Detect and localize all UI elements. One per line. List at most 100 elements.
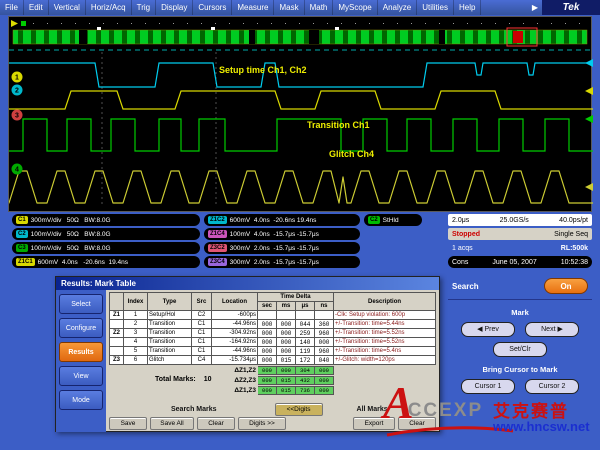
dialog-title-bar[interactable]: Results: Mark Table [56,277,439,290]
save-button[interactable]: Save [109,417,147,430]
table-row[interactable]: 4 Transition C1 -164.92ns 000 000 140 00… [110,338,436,347]
timebase-readout[interactable]: 2.0μs 25.0GS/s 40.0ps/pt [448,214,592,226]
trace-ch4 [9,171,593,203]
panel-divider [448,299,592,300]
acq-count-text: 1 acqs [452,245,473,252]
readout-ch3[interactable]: C3 100mV/div 50Ω BW:8.0G [12,242,200,254]
ref-marker-ch4 [585,183,593,191]
ch1-settings: 300mV/div 50Ω BW:8.0G [31,217,111,224]
ch2-settings: 100mV/div 50Ω BW:8.0G [31,231,111,238]
svg-text:2: 2 [15,88,19,95]
timebase-scale: 2.0μs [452,217,469,224]
annotation-transition: Transition Ch1 [307,120,370,130]
sample-resolution: 40.0ps/pt [559,217,588,224]
waveform-svg: Setup time Ch1, Ch2 Transition Ch1 Glitc… [9,17,593,211]
menu-file[interactable]: File [0,0,24,15]
menu-trig[interactable]: Trig [132,0,156,15]
overview-strip[interactable] [13,30,587,44]
zoom-highlight-fill [513,31,523,43]
ref-marker-ch3 [585,115,593,123]
menu-help[interactable]: Help [454,0,481,15]
acquisition-count: 1 acqs RL:500k [448,242,592,254]
zone-delta-row: ΔZ2,Z3 000 015 432 000 [226,375,334,385]
watermark: A CCEXP 艾克赛普 www.hncsw.net [383,383,598,448]
search-label: Search [452,282,479,291]
menu-display[interactable]: Display [156,0,193,15]
table-row[interactable]: 5 Transition C1 -44.96ns 000 000 119 960… [110,347,436,356]
z1c1-settings: 600mV 4.0ns -20.6ns 19.4ns [38,259,128,266]
tab-configure[interactable]: Configure [59,318,103,338]
prev-mark-button[interactable]: ◀ Prev [461,322,515,337]
z1c2-badge: Z1C2 [208,216,227,224]
menu-utilities[interactable]: Utilities [417,0,454,15]
datetime-readout: Cons June 05, 2007 10:52:38 [448,256,592,268]
readout-ch1[interactable]: C1 300mV/div 50Ω BW:8.0G [12,214,200,226]
search-marks-label: Search Marks [171,406,217,413]
zone-delta-row: ΔZ1,Z2 000 000 304 000 [226,365,334,375]
readout-z3c4[interactable]: Z3C4 300mV 2.0ns -15.7μs -15.7μs [204,256,360,268]
digits-out-button[interactable]: Digits >> [238,417,286,430]
readout-ch2[interactable]: C2 100mV/div 50Ω BW:8.0G [12,228,200,240]
acq-status-text: Stopped [452,231,480,238]
svg-text:4: 4 [15,167,19,174]
z1c4-settings: 100mV 4.0ns -15.7μs -15.7μs [230,231,319,238]
datetime-label: Cons [452,259,468,266]
digits-in-button[interactable]: <<Digits [275,403,323,416]
readout-z1c2[interactable]: Z1C2 600mV 4.0ns -20.6ns 19.4ns [204,214,360,226]
waveform-display: Setup time Ch1, Ch2 Transition Ch1 Glitc… [8,16,592,212]
readout-z1c4[interactable]: Z1C4 100mV 4.0ns -15.7μs -15.7μs [204,228,360,240]
trigger-readout[interactable]: C2 StHld [364,214,422,226]
table-row[interactable]: Z2 3 Transition C1 -304.92ns 000 000 259… [110,329,436,338]
zone-delta-row: ΔZ1,Z3 000 015 736 000 [226,385,334,395]
time-text: 10:52:38 [561,259,588,266]
table-row[interactable]: Z3 6 Glitch C4 -15.734μs 000 015 172 040… [110,356,436,365]
trigger-mode: StHld [383,217,399,224]
zone-deltas: ΔZ1,Z2 000 000 304 000 ΔZ2,Z3 000 015 43… [226,365,334,395]
sample-rate: 25.0GS/s [500,217,529,224]
table-header-row: Index Type Src Location Time Delta Descr… [110,293,436,302]
readout-z1c1[interactable]: Z1C1 600mV 4.0ns -20.6ns 19.4ns [12,256,200,268]
channel-badge-1[interactable]: 1 [12,72,23,83]
search-on-button[interactable]: On [544,278,588,294]
z3c2-settings: 300mV 2.0ns -15.7μs -15.7μs [230,245,319,252]
svg-text:3: 3 [15,113,19,120]
menu-mask[interactable]: Mask [274,0,304,15]
total-marks-value: 10 [204,376,212,383]
channel-badge-4[interactable]: 4 [12,164,23,175]
trace-ch3 [9,119,593,151]
set-clear-mark-button[interactable]: Set/Clr [493,342,547,357]
menu-analyze[interactable]: Analyze [378,0,417,15]
trigger-position-icon [11,20,18,27]
tab-view[interactable]: View [59,366,103,386]
tab-mode[interactable]: Mode [59,390,103,410]
channel-badge-3[interactable]: 3 [12,110,23,121]
menu-vertical[interactable]: Vertical [49,0,86,15]
table-row[interactable]: Z1 1 Setup/Hol C2 -600ps -Clk: Setup vio… [110,311,436,320]
dialog-sidebar: Select Configure Results View Mode [56,290,106,432]
acquisition-status: Stopped Single Seq [448,228,592,240]
zone-z1-tick [97,27,101,30]
menu-edit[interactable]: Edit [24,0,49,15]
z1c4-badge: Z1C4 [208,230,227,238]
record-length: RL:500k [561,245,588,252]
channel-badge-2[interactable]: 2 [12,85,23,96]
table-row[interactable]: 2 Transition C1 -44.96ns 000 000 044 360… [110,320,436,329]
bring-cursor-label: Bring Cursor to Mark [444,365,596,374]
ref-marker-ch2 [585,59,593,67]
menu-measure[interactable]: Measure [232,0,274,15]
menu-cursors[interactable]: Cursors [193,0,232,15]
menu-bar: File Edit Vertical Horiz/Acq Trig Displa… [0,0,600,15]
menu-horizacq[interactable]: Horiz/Acq [86,0,132,15]
next-mark-button[interactable]: Next ▶ [525,322,579,337]
z3c4-settings: 300mV 2.0ns -15.7μs -15.7μs [230,259,319,266]
tab-results[interactable]: Results [59,342,103,362]
menu-math[interactable]: Math [305,0,334,15]
save-all-button[interactable]: Save All [150,417,194,430]
menu-myscope[interactable]: MyScope [333,0,377,15]
readout-z3c2[interactable]: Z3C2 300mV 2.0ns -15.7μs -15.7μs [204,242,360,254]
trigger-source-badge: C2 [368,216,380,224]
clear-button[interactable]: Clear [197,417,235,430]
tab-select[interactable]: Select [59,294,103,314]
ch3-badge: C3 [16,244,28,252]
search-control-panel: Search On Mark ◀ Prev Next ▶ Set/Clr Bri… [444,278,596,394]
